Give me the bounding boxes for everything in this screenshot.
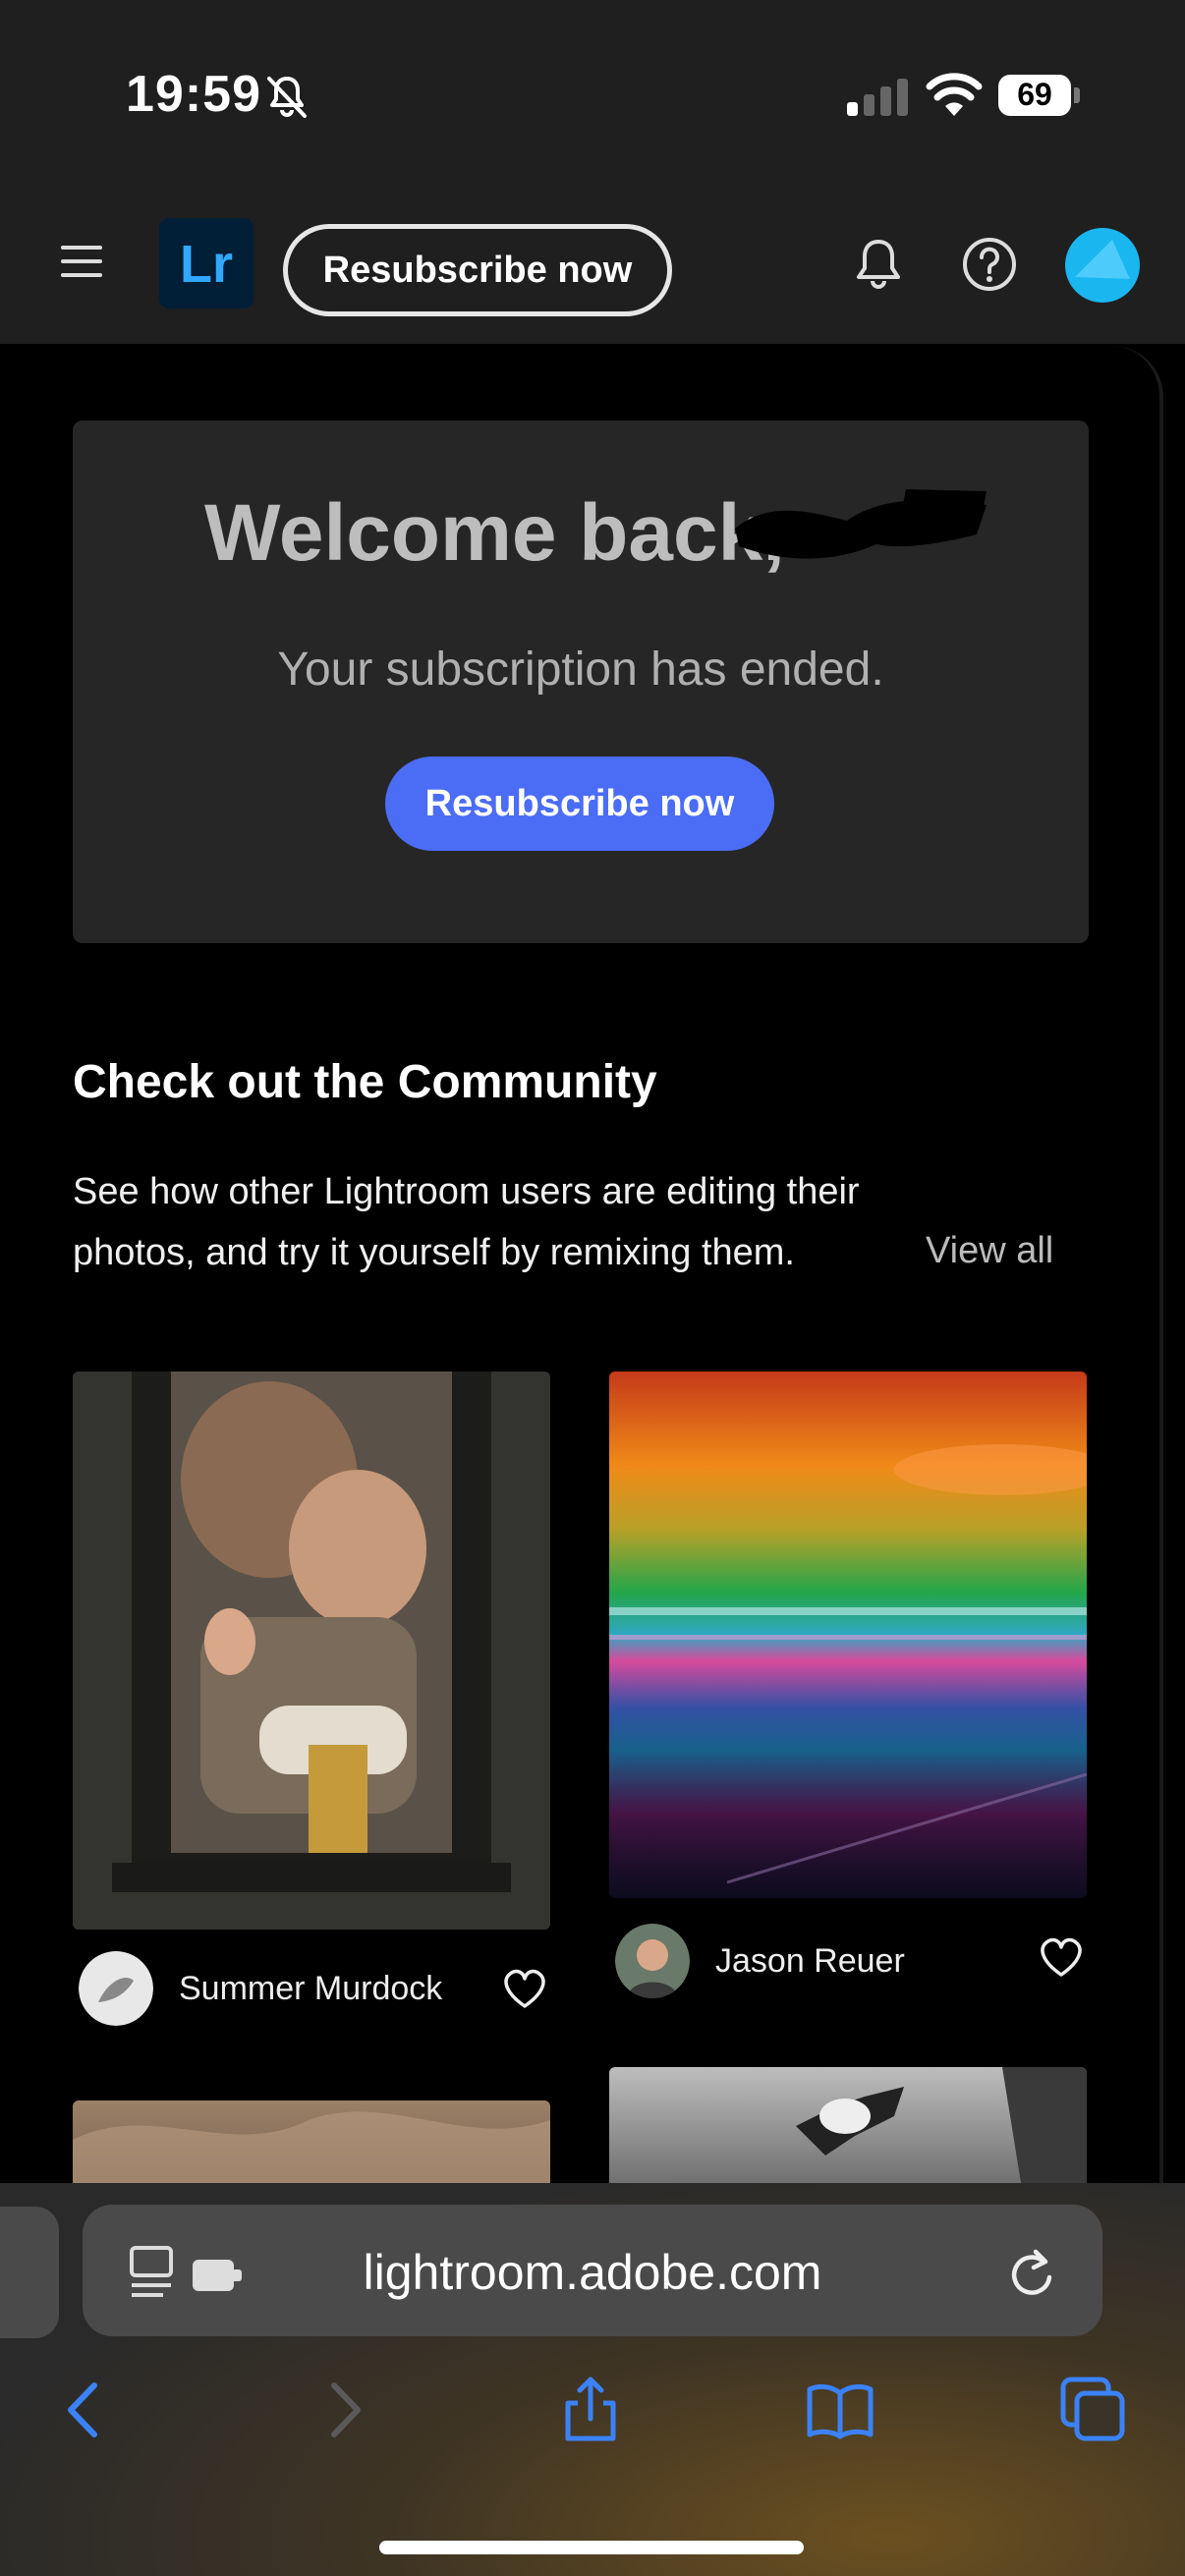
tabs-icon[interactable] [1059,2376,1128,2444]
url-text: lightroom.adobe.com [363,2245,822,2300]
community-photo-3[interactable] [73,2100,550,2189]
home-indicator[interactable] [379,2541,804,2554]
bookmarks-icon[interactable] [806,2376,875,2444]
subscription-status: Your subscription has ended. [277,644,884,696]
wifi-icon [926,73,983,116]
bell-icon[interactable] [851,236,906,293]
bell-slash-icon [267,77,307,118]
battery-level: 69 [1017,77,1052,112]
status-time: 19:59 [126,66,261,123]
back-icon[interactable] [51,2376,120,2444]
author-name: Jason Reuer [715,1941,905,1980]
author-avatar [615,1924,690,1998]
community-photo-2[interactable] [609,1372,1087,1898]
user-avatar[interactable] [1065,228,1140,303]
welcome-card: Welcome back, Your subscription has ende… [73,420,1089,943]
redaction-scribble [735,489,987,559]
help-icon[interactable] [961,236,1018,293]
resubscribe-button[interactable]: Resubscribe now [385,756,774,851]
previous-tab-preview[interactable] [0,2207,59,2338]
heart-icon[interactable] [501,1967,548,2010]
main-content: Welcome back, Your subscription has ende… [0,346,1163,2189]
author-avatar [79,1951,153,2026]
app-header: Lr Resubscribe now [0,187,1185,344]
forward-icon[interactable] [309,2376,377,2444]
lightroom-logo[interactable]: Lr [159,218,254,308]
community-title: Check out the Community [73,1056,657,1108]
menu-icon[interactable] [59,242,104,281]
signal-icon [847,79,908,116]
community-description: See how other Lightroom users are editin… [73,1171,860,1273]
address-bar[interactable]: lightroom.adobe.com [83,2205,1102,2336]
welcome-title: Welcome back, [204,488,785,578]
photo-2-author[interactable]: Jason Reuer [615,1924,905,1998]
battery-icon: 69 [998,75,1080,116]
author-name: Summer Murdock [179,1969,443,2007]
lightroom-logo-text: Lr [180,235,233,294]
community-photo-1[interactable] [73,1372,550,1930]
header-resubscribe-button[interactable]: Resubscribe now [283,224,672,316]
heart-icon[interactable] [1038,1935,1085,1979]
photo-1-author[interactable]: Summer Murdock [79,1951,442,2026]
view-all-link[interactable]: View all [926,1230,1053,1272]
community-photo-4[interactable] [609,2067,1087,2189]
reload-icon[interactable] [1006,2246,1055,2299]
status-bar: 19:59 69 [0,0,1185,187]
browser-toolbar: lightroom.adobe.com [0,2183,1185,2576]
share-icon[interactable] [556,2376,625,2444]
